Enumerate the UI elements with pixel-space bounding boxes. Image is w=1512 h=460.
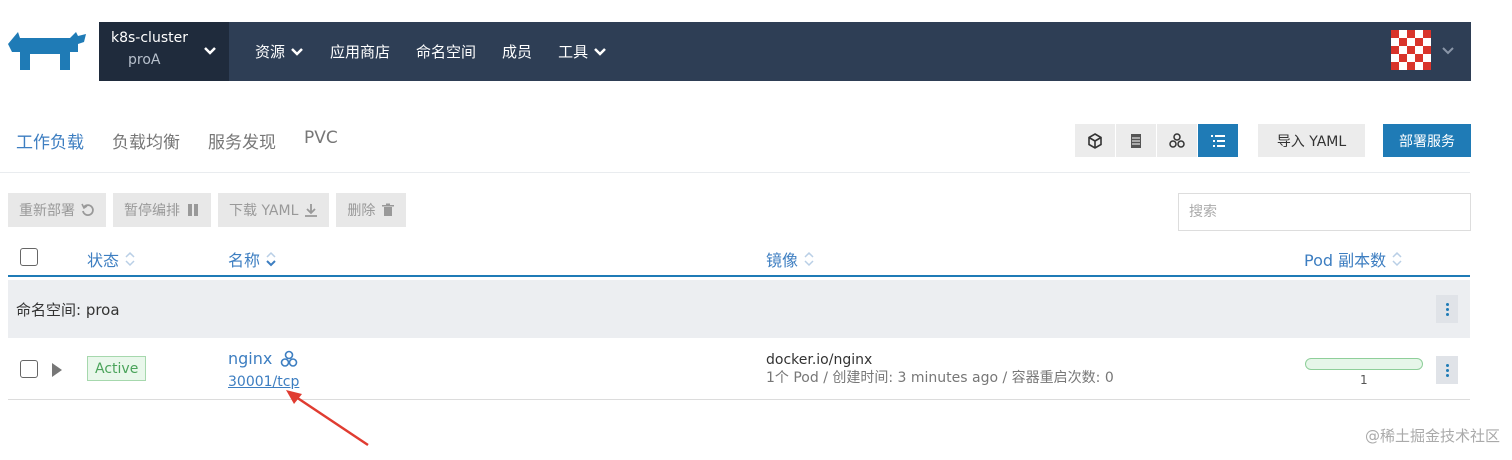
- watermark: @稀土掘金技术社区: [1364, 427, 1500, 445]
- group-menu-button[interactable]: [1436, 295, 1458, 323]
- table-header: 状态 名称 镜像 Pod 副本数: [8, 243, 1470, 277]
- server-icon: [1131, 133, 1141, 148]
- trash-icon: [382, 203, 395, 216]
- tab-pvc[interactable]: PVC: [304, 128, 338, 167]
- status-badge: Active: [87, 356, 147, 381]
- image-name: docker.io/nginx: [766, 352, 873, 368]
- column-name[interactable]: 名称: [228, 247, 276, 271]
- pause-icon: [188, 204, 198, 216]
- select-all-checkbox[interactable]: [20, 248, 38, 266]
- deploy-service-button[interactable]: 部署服务: [1383, 124, 1471, 157]
- view-toggle-group: [1075, 124, 1239, 157]
- table-row: Active nginx 30001/tcp docker.io/nginx 1…: [8, 338, 1470, 400]
- row-menu-button[interactable]: [1436, 356, 1458, 384]
- sort-icon: [1392, 251, 1402, 267]
- delete-button[interactable]: 删除: [336, 193, 407, 227]
- tab-service-discovery[interactable]: 服务发现: [208, 128, 276, 167]
- pod-progress-bar: [1305, 358, 1423, 370]
- tab-workloads[interactable]: 工作负载: [16, 128, 84, 167]
- chevron-down-icon[interactable]: [1441, 46, 1455, 56]
- chevron-down-icon: [204, 47, 216, 55]
- sort-icon: [804, 251, 814, 267]
- list-icon: [1211, 134, 1225, 147]
- nav-resources-label: 资源: [255, 43, 286, 61]
- column-status-label: 状态: [87, 251, 120, 270]
- nav-tools-label: 工具: [558, 43, 589, 61]
- expand-row-icon[interactable]: [52, 363, 62, 377]
- redeploy-button[interactable]: 重新部署: [8, 193, 106, 227]
- column-status[interactable]: 状态: [87, 247, 135, 271]
- cube-icon: [1088, 132, 1102, 149]
- pod-count: 1: [1360, 373, 1368, 387]
- column-pod-replicas-label: Pod 副本数: [1304, 251, 1387, 270]
- search-input[interactable]: [1178, 193, 1471, 231]
- view-server-button[interactable]: [1116, 124, 1157, 157]
- top-navbar: k8s-cluster proA 资源 应用商店 命名空间 成员 工具: [99, 22, 1471, 81]
- nodes-icon: [1169, 132, 1185, 148]
- cluster-selector[interactable]: k8s-cluster proA: [99, 22, 229, 81]
- nav-tools[interactable]: 工具: [558, 41, 607, 62]
- download-icon: [305, 204, 318, 217]
- column-pod-replicas[interactable]: Pod 副本数: [1304, 247, 1402, 271]
- chevron-down-icon: [291, 47, 303, 56]
- redeploy-icon: [81, 203, 94, 216]
- nav-members-label: 成员: [502, 43, 533, 61]
- download-yaml-button[interactable]: 下载 YAML: [218, 193, 330, 227]
- workload-meta: 1个 Pod / 创建时间: 3 minutes ago / 容器重启次数: 0: [766, 370, 1114, 386]
- download-yaml-label: 下载 YAML: [229, 203, 299, 219]
- nav-namespaces-label: 命名空间: [416, 43, 477, 61]
- chevron-down-icon: [594, 47, 606, 56]
- nav-members[interactable]: 成员: [502, 41, 532, 62]
- view-list-button[interactable]: [1198, 124, 1239, 157]
- tab-load-balancing[interactable]: 负载均衡: [112, 128, 180, 167]
- nav-app-store[interactable]: 应用商店: [330, 41, 390, 62]
- delete-label: 删除: [347, 203, 376, 219]
- nav-namespaces[interactable]: 命名空间: [416, 41, 476, 62]
- redeploy-label: 重新部署: [19, 203, 75, 219]
- column-name-label: 名称: [228, 251, 261, 270]
- workload-tabs: 工作负载 负载均衡 服务发现 PVC: [16, 128, 338, 167]
- user-avatar[interactable]: [1391, 30, 1431, 70]
- namespace-group-label: 命名空间: proa: [16, 300, 120, 319]
- tabs-divider: [0, 172, 1470, 173]
- view-nodes-button[interactable]: [1157, 124, 1198, 157]
- cluster-name: k8s-cluster: [111, 30, 188, 46]
- nav-app-store-label: 应用商店: [330, 43, 391, 61]
- namespace-group-row: 命名空间: proa: [8, 280, 1470, 338]
- sort-desc-icon: [266, 251, 276, 267]
- rancher-logo: [8, 32, 86, 70]
- pause-orchestration-label: 暂停编排: [124, 203, 180, 219]
- import-yaml-button[interactable]: 导入 YAML: [1258, 124, 1365, 157]
- nodes-icon: [281, 350, 298, 367]
- workload-name: nginx: [228, 349, 273, 368]
- bulk-actions: 重新部署 暂停编排 下载 YAML 删除: [8, 193, 407, 227]
- nav-resources[interactable]: 资源: [255, 41, 304, 62]
- row-checkbox[interactable]: [20, 360, 38, 378]
- view-cube-button[interactable]: [1075, 124, 1116, 157]
- workload-name-link[interactable]: nginx: [228, 349, 298, 368]
- column-image-label: 镜像: [766, 251, 799, 270]
- column-image[interactable]: 镜像: [766, 247, 814, 271]
- sort-icon: [125, 251, 135, 267]
- annotation-arrow: [286, 390, 369, 447]
- pause-orchestration-button[interactable]: 暂停编排: [113, 193, 211, 227]
